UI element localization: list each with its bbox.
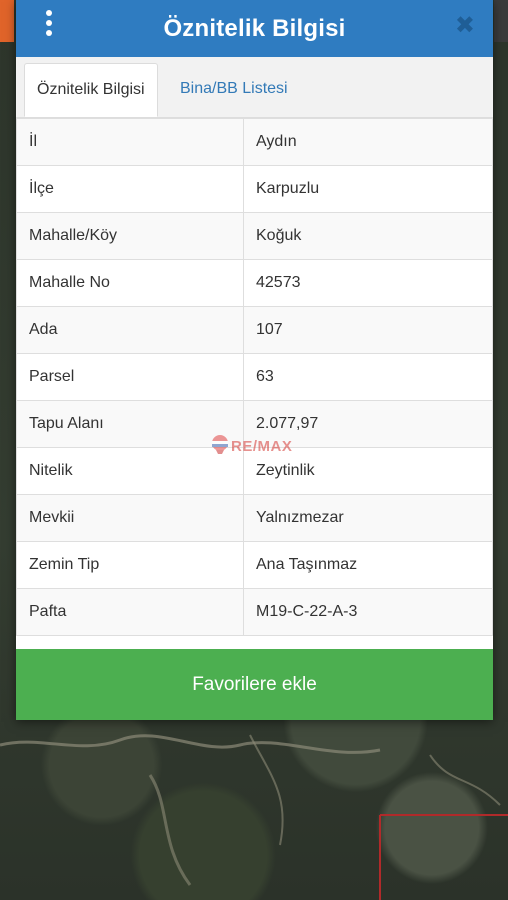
- row-key: İl: [16, 118, 244, 166]
- table-row: Mahalle/Köy Koğuk: [16, 212, 493, 260]
- table-row: Pafta M19-C-22-A-3: [16, 588, 493, 636]
- table-row: İl Aydın: [16, 118, 493, 166]
- tab-attribute-info[interactable]: Öznitelik Bilgisi: [24, 63, 158, 117]
- table-row: Nitelik Zeytinlik: [16, 447, 493, 495]
- table-row: Parsel 63: [16, 353, 493, 401]
- close-icon[interactable]: ✖: [455, 13, 475, 39]
- row-value: Yalnızmezar: [243, 494, 493, 542]
- map-tracks: [0, 734, 508, 900]
- row-key: İlçe: [16, 165, 244, 213]
- row-value: 107: [243, 306, 493, 354]
- row-value: 2.077,97: [243, 400, 493, 448]
- row-key: Ada: [16, 306, 244, 354]
- tab-building-list[interactable]: Bina/BB Listesi: [168, 63, 300, 117]
- tab-bar: Öznitelik Bilgisi Bina/BB Listesi: [16, 57, 493, 118]
- table-row: Mevkii Yalnızmezar: [16, 494, 493, 542]
- row-key: Mevkii: [16, 494, 244, 542]
- row-key: Nitelik: [16, 447, 244, 495]
- attribute-dialog: Öznitelik Bilgisi ✖ Öznitelik Bilgisi Bi…: [16, 0, 493, 720]
- dialog-title: Öznitelik Bilgisi: [163, 14, 346, 42]
- row-key: Tapu Alanı: [16, 400, 244, 448]
- table-row: Ada 107: [16, 306, 493, 354]
- add-to-favorites-button[interactable]: Favorilere ekle: [16, 649, 493, 720]
- row-key: Mahalle No: [16, 259, 244, 307]
- more-vertical-icon[interactable]: [42, 10, 56, 36]
- row-value: Karpuzlu: [243, 165, 493, 213]
- table-row: Zemin Tip Ana Taşınmaz: [16, 541, 493, 589]
- row-value: Koğuk: [243, 212, 493, 260]
- map-corner-marker: [0, 0, 14, 42]
- row-value: 63: [243, 353, 493, 401]
- row-value: M19-C-22-A-3: [243, 588, 493, 636]
- row-key: Zemin Tip: [16, 541, 244, 589]
- table-row: İlçe Karpuzlu: [16, 165, 493, 213]
- row-key: Parsel: [16, 353, 244, 401]
- attribute-table: İl Aydın İlçe Karpuzlu Mahalle/Köy Koğuk Mahal…: [16, 118, 493, 636]
- row-value: 42573: [243, 259, 493, 307]
- row-key: Mahalle/Köy: [16, 212, 244, 260]
- table-row: Tapu Alanı 2.077,97: [16, 400, 493, 448]
- dialog-header: Öznitelik Bilgisi ✖: [16, 0, 493, 57]
- row-value: Aydın: [243, 118, 493, 166]
- row-value: Zeytinlik: [243, 447, 493, 495]
- map-corner-shade: [494, 0, 508, 42]
- table-row: Mahalle No 42573: [16, 259, 493, 307]
- row-key: Pafta: [16, 588, 244, 636]
- row-value: Ana Taşınmaz: [243, 541, 493, 589]
